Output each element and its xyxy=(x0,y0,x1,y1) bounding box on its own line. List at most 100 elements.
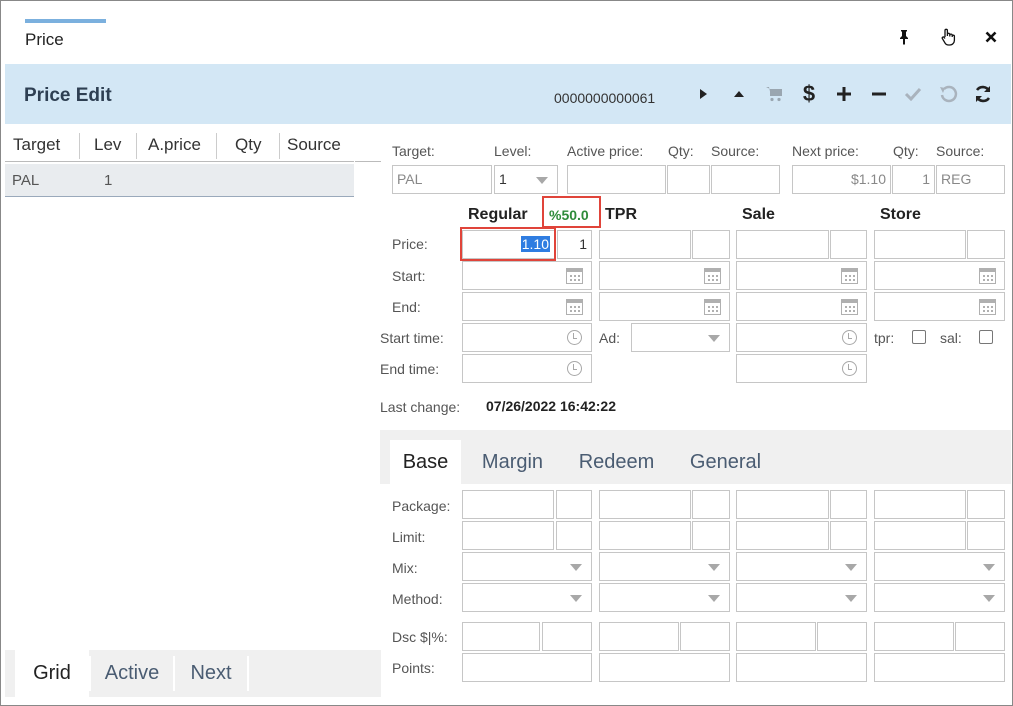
regular-start-time[interactable] xyxy=(462,323,592,352)
minus-icon[interactable] xyxy=(867,82,891,106)
regular-method-select[interactable] xyxy=(462,583,592,612)
next-source-field[interactable]: REG xyxy=(936,165,1005,194)
regular-package-qty[interactable] xyxy=(556,490,592,519)
active-qty-field[interactable] xyxy=(667,165,710,194)
sale-method-select[interactable] xyxy=(736,583,867,612)
ad-select[interactable] xyxy=(631,323,730,352)
store-dsc-amount[interactable] xyxy=(874,622,954,651)
tpr-end-date[interactable] xyxy=(599,292,730,321)
check-icon[interactable] xyxy=(901,82,925,106)
regular-start-date[interactable] xyxy=(462,261,592,290)
target-field[interactable]: PAL xyxy=(392,165,492,194)
clock-icon[interactable] xyxy=(842,361,857,376)
sale-mix-select[interactable] xyxy=(736,552,867,581)
sale-price-input[interactable] xyxy=(736,230,829,259)
sale-end-date[interactable] xyxy=(736,292,867,321)
tab-general[interactable]: General xyxy=(675,440,776,484)
tpr-limit-qty[interactable] xyxy=(692,521,730,550)
tpr-points-input[interactable] xyxy=(599,653,730,682)
tpr-dsc-amount[interactable] xyxy=(599,622,679,651)
sale-limit-qty[interactable] xyxy=(830,521,867,550)
next-price-field[interactable]: $1.10 xyxy=(792,165,891,194)
tpr-start-date[interactable] xyxy=(599,261,730,290)
store-end-date[interactable] xyxy=(874,292,1005,321)
regular-limit-qty[interactable] xyxy=(556,521,592,550)
active-source-field[interactable] xyxy=(711,165,780,194)
store-limit-input[interactable] xyxy=(874,521,966,550)
tab-redeem[interactable]: Redeem xyxy=(564,440,669,484)
tab-base[interactable]: Base xyxy=(390,440,461,484)
level-select[interactable]: 1 xyxy=(494,165,558,194)
sale-dsc-amount[interactable] xyxy=(736,622,816,651)
regular-dsc-percent[interactable] xyxy=(542,622,592,651)
sale-end-time[interactable] xyxy=(736,354,867,383)
tab-next[interactable]: Next xyxy=(175,650,247,697)
undo-icon[interactable] xyxy=(936,82,960,106)
pin-icon[interactable] xyxy=(894,27,914,47)
col-aprice[interactable]: A.price xyxy=(148,131,201,161)
store-limit-qty[interactable] xyxy=(967,521,1005,550)
regular-dsc-amount[interactable] xyxy=(462,622,540,651)
sal-checkbox[interactable] xyxy=(979,330,993,344)
store-price-input[interactable] xyxy=(874,230,966,259)
col-lev[interactable]: Lev xyxy=(94,131,121,161)
store-qty-input[interactable] xyxy=(967,230,1005,259)
tab-margin[interactable]: Margin xyxy=(466,440,559,484)
calendar-icon[interactable] xyxy=(704,268,721,284)
refresh-icon[interactable] xyxy=(971,82,995,106)
tab-active[interactable]: Active xyxy=(91,650,173,697)
tpr-mix-select[interactable] xyxy=(599,552,730,581)
store-package-qty[interactable] xyxy=(967,490,1005,519)
tpr-package-input[interactable] xyxy=(599,490,691,519)
tpr-dsc-percent[interactable] xyxy=(680,622,730,651)
tab-grid[interactable]: Grid xyxy=(15,650,89,697)
tpr-checkbox[interactable] xyxy=(912,330,926,344)
sale-package-qty[interactable] xyxy=(830,490,867,519)
regular-package-input[interactable] xyxy=(462,490,554,519)
calendar-icon[interactable] xyxy=(979,299,996,315)
sale-qty-input[interactable] xyxy=(830,230,867,259)
regular-points-input[interactable] xyxy=(462,653,592,682)
store-mix-select[interactable] xyxy=(874,552,1005,581)
store-method-select[interactable] xyxy=(874,583,1005,612)
sale-dsc-percent[interactable] xyxy=(817,622,867,651)
tpr-limit-input[interactable] xyxy=(599,521,691,550)
hand-pointer-icon[interactable] xyxy=(938,27,958,47)
calendar-icon[interactable] xyxy=(704,299,721,315)
col-target[interactable]: Target xyxy=(13,131,60,161)
tpr-method-select[interactable] xyxy=(599,583,730,612)
clock-icon[interactable] xyxy=(567,361,582,376)
tpr-qty-input[interactable] xyxy=(692,230,730,259)
calendar-icon[interactable] xyxy=(566,299,583,315)
next-qty-field[interactable]: 1 xyxy=(892,165,935,194)
regular-qty-input[interactable]: 1 xyxy=(557,230,592,259)
sale-start-date[interactable] xyxy=(736,261,867,290)
regular-end-date[interactable] xyxy=(462,292,592,321)
tpr-package-qty[interactable] xyxy=(692,490,730,519)
close-icon[interactable] xyxy=(981,27,1001,47)
dollar-icon[interactable]: $ xyxy=(797,81,821,106)
sale-limit-input[interactable] xyxy=(736,521,829,550)
plus-icon[interactable] xyxy=(832,82,856,106)
calendar-icon[interactable] xyxy=(979,268,996,284)
table-row[interactable]: PAL 1 xyxy=(5,164,354,197)
store-start-date[interactable] xyxy=(874,261,1005,290)
clock-icon[interactable] xyxy=(842,330,857,345)
regular-mix-select[interactable] xyxy=(462,552,592,581)
sale-start-time[interactable] xyxy=(736,323,867,352)
store-points-input[interactable] xyxy=(874,653,1005,682)
store-package-input[interactable] xyxy=(874,490,966,519)
calendar-icon[interactable] xyxy=(841,299,858,315)
calendar-icon[interactable] xyxy=(841,268,858,284)
regular-limit-input[interactable] xyxy=(462,521,554,550)
sale-points-input[interactable] xyxy=(736,653,867,682)
tpr-price-input[interactable] xyxy=(599,230,691,259)
col-qty[interactable]: Qty xyxy=(235,131,261,161)
regular-end-time[interactable] xyxy=(462,354,592,383)
active-price-field[interactable] xyxy=(567,165,666,194)
play-icon[interactable] xyxy=(691,82,715,106)
store-dsc-percent[interactable] xyxy=(955,622,1005,651)
triangle-up-icon[interactable] xyxy=(727,82,751,106)
cart-icon[interactable] xyxy=(762,82,786,106)
clock-icon[interactable] xyxy=(567,330,582,345)
